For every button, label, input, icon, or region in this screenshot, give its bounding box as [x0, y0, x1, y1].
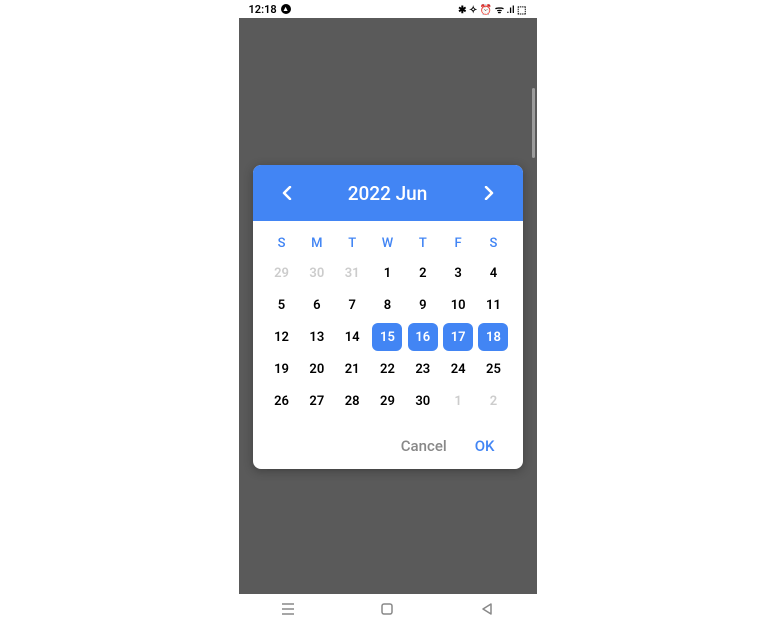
- day-cell[interactable]: 2: [408, 259, 438, 287]
- day-cell[interactable]: 15: [372, 323, 402, 351]
- week-row: 12131415161718: [267, 323, 509, 351]
- day-cell[interactable]: 27: [302, 387, 332, 415]
- weekday-header: M: [302, 231, 332, 255]
- day-cell[interactable]: 21: [337, 355, 367, 383]
- ok-button[interactable]: OK: [475, 437, 495, 455]
- day-cell[interactable]: 8: [372, 291, 402, 319]
- week-row: 567891011: [267, 291, 509, 319]
- day-cell[interactable]: 1: [372, 259, 402, 287]
- weekday-header: T: [408, 231, 438, 255]
- week-row: 262728293012: [267, 387, 509, 415]
- day-cell[interactable]: 11: [478, 291, 508, 319]
- menu-icon: [281, 603, 295, 615]
- home-button[interactable]: [380, 602, 394, 616]
- day-cell[interactable]: 12: [267, 323, 297, 351]
- square-icon: [381, 603, 393, 615]
- chevron-right-icon: [484, 186, 494, 200]
- day-cell[interactable]: 19: [267, 355, 297, 383]
- week-row: 2930311234: [267, 259, 509, 287]
- day-cell[interactable]: 4: [478, 259, 508, 287]
- android-nav-bar: [239, 594, 537, 624]
- day-cell[interactable]: 29: [267, 259, 297, 287]
- day-cell[interactable]: 24: [443, 355, 473, 383]
- day-cell[interactable]: 28: [337, 387, 367, 415]
- day-cell[interactable]: 22: [372, 355, 402, 383]
- weekday-header: F: [443, 231, 473, 255]
- day-cell[interactable]: 17: [443, 323, 473, 351]
- date-picker-dialog: 2022 Jun SMTWTFS 29303112345678910111213…: [253, 165, 523, 469]
- day-cell[interactable]: 31: [337, 259, 367, 287]
- day-cell[interactable]: 1: [443, 387, 473, 415]
- day-cell[interactable]: 20: [302, 355, 332, 383]
- cancel-button[interactable]: Cancel: [401, 437, 447, 455]
- picker-title[interactable]: 2022 Jun: [348, 182, 428, 205]
- picker-header: 2022 Jun: [253, 165, 523, 221]
- day-cell[interactable]: 29: [372, 387, 402, 415]
- app-body: 2022 Jun SMTWTFS 29303112345678910111213…: [239, 18, 537, 594]
- day-cell[interactable]: 14: [337, 323, 367, 351]
- day-cell[interactable]: 3: [443, 259, 473, 287]
- picker-actions: Cancel OK: [253, 419, 523, 469]
- weekday-header: T: [337, 231, 367, 255]
- day-cell[interactable]: 25: [478, 355, 508, 383]
- weekday-header: S: [267, 231, 297, 255]
- status-icons: ✱ ✧ ⏰ ᯤ .ıl ⬚: [458, 2, 526, 16]
- day-cell[interactable]: 18: [478, 323, 508, 351]
- day-cell[interactable]: 30: [408, 387, 438, 415]
- scrollbar[interactable]: [532, 88, 535, 158]
- weekday-header: W: [372, 231, 402, 255]
- day-cell[interactable]: 6: [302, 291, 332, 319]
- status-time: 12:18: [249, 3, 277, 16]
- day-cell[interactable]: 9: [408, 291, 438, 319]
- phone-frame: 12:18 ▲ ✱ ✧ ⏰ ᯤ .ıl ⬚ 2022 Jun SMTWTFS 2…: [239, 0, 537, 624]
- day-cell[interactable]: 30: [302, 259, 332, 287]
- back-triangle-icon: [481, 603, 493, 615]
- chevron-left-icon: [282, 186, 292, 200]
- status-left: 12:18 ▲: [249, 3, 291, 16]
- status-right: ✱ ✧ ⏰ ᯤ .ıl ⬚: [458, 2, 526, 16]
- day-cell[interactable]: 7: [337, 291, 367, 319]
- next-month-button[interactable]: [479, 186, 499, 200]
- recent-apps-button[interactable]: [281, 602, 295, 616]
- app-icon: ▲: [281, 4, 291, 14]
- day-cell[interactable]: 5: [267, 291, 297, 319]
- calendar-grid: SMTWTFS 29303112345678910111213141516171…: [253, 221, 523, 415]
- week-row: 19202122232425: [267, 355, 509, 383]
- weekday-header: S: [478, 231, 508, 255]
- day-cell[interactable]: 13: [302, 323, 332, 351]
- day-cell[interactable]: 2: [478, 387, 508, 415]
- day-cell[interactable]: 26: [267, 387, 297, 415]
- day-cell[interactable]: 16: [408, 323, 438, 351]
- prev-month-button[interactable]: [277, 186, 297, 200]
- day-cell[interactable]: 10: [443, 291, 473, 319]
- back-button[interactable]: [480, 602, 494, 616]
- status-bar: 12:18 ▲ ✱ ✧ ⏰ ᯤ .ıl ⬚: [239, 0, 537, 18]
- weekday-header-row: SMTWTFS: [267, 231, 509, 255]
- day-cell[interactable]: 23: [408, 355, 438, 383]
